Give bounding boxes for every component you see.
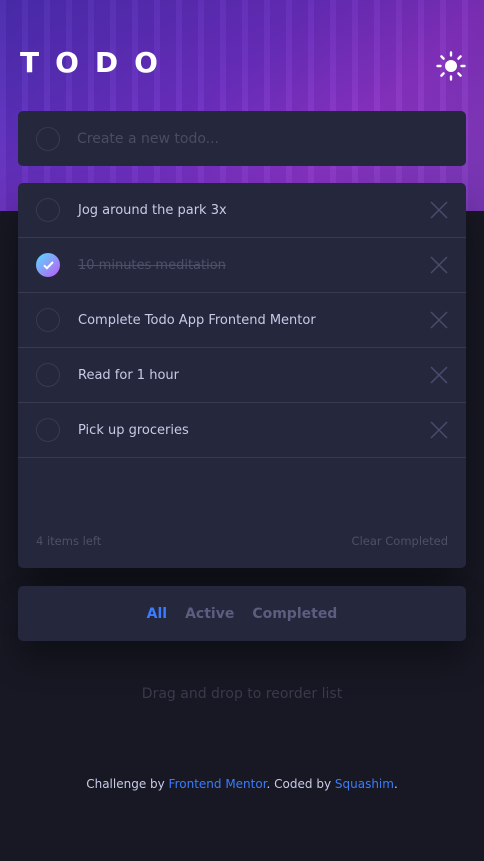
todo-item[interactable]: Complete Todo App Frontend Mentor (18, 293, 466, 348)
todo-item[interactable]: Pick up groceries (18, 403, 466, 458)
cross-icon[interactable] (430, 201, 448, 219)
drag-hint: Drag and drop to reorder list (141, 686, 343, 702)
todo-item[interactable]: 10 minutes meditation (18, 238, 466, 293)
cross-icon[interactable] (430, 311, 448, 329)
todo-label: Complete Todo App Frontend Mentor (78, 312, 316, 328)
todo-checkbox[interactable] (36, 198, 60, 222)
new-todo-circle[interactable] (36, 126, 60, 151)
todo-checkbox[interactable] (36, 363, 60, 387)
cross-icon[interactable] (430, 366, 448, 384)
todo-item[interactable]: Read for 1 hour (18, 348, 466, 403)
todo-checkbox[interactable] (36, 308, 60, 332)
new-todo-input[interactable] (77, 130, 437, 147)
theme-toggle-button[interactable] (436, 51, 466, 81)
check-icon (42, 260, 54, 270)
cross-icon[interactable] (430, 256, 448, 274)
clear-completed-button[interactable]: Clear Completed (352, 534, 448, 548)
todo-label: Jog around the park 3x (78, 202, 227, 218)
todo-checkbox[interactable] (36, 418, 60, 442)
todo-label: Read for 1 hour (78, 367, 179, 383)
todo-label: Pick up groceries (78, 422, 189, 438)
app-logo: TODO (20, 46, 174, 79)
todo-list: Jog around the park 3x 10 minutes medita… (18, 183, 466, 568)
author-link[interactable]: Squashim (335, 777, 394, 791)
todo-checkbox-checked[interactable] (36, 253, 60, 277)
sun-icon (436, 51, 466, 81)
frontend-mentor-link[interactable]: Frontend Mentor (169, 777, 267, 791)
todo-label: 10 minutes meditation (78, 257, 226, 273)
cross-icon[interactable] (430, 421, 448, 439)
credit-middle: . Coded by (266, 777, 335, 791)
credit-prefix: Challenge by (86, 777, 169, 791)
filter-bar: All Active Completed (18, 586, 466, 641)
credit-suffix: . (393, 777, 398, 791)
filter-active[interactable]: Active (185, 606, 234, 622)
filter-completed[interactable]: Completed (252, 606, 337, 622)
items-left-count: 4 items left (36, 534, 102, 548)
filter-all[interactable]: All (147, 606, 167, 622)
list-footer: 4 items left Clear Completed (18, 534, 466, 548)
header-background (0, 0, 484, 211)
todo-item[interactable]: Jog around the park 3x (18, 183, 466, 238)
new-todo-bar (18, 111, 466, 166)
attribution: Challenge by Frontend Mentor. Coded by S… (0, 777, 484, 791)
